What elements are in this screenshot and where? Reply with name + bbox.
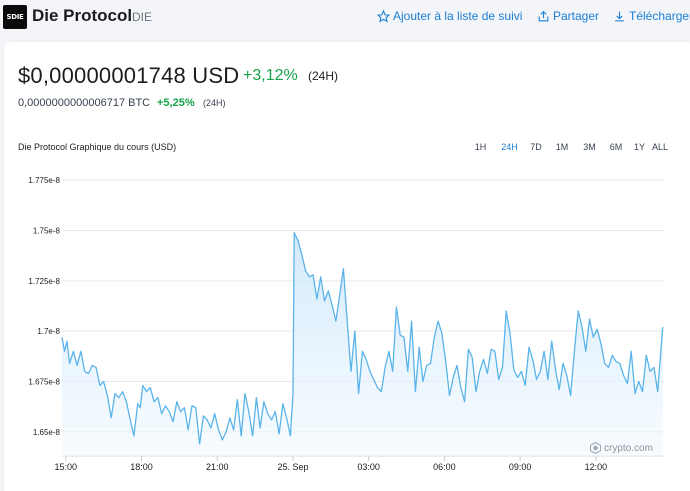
x-tick-label: 12:00 xyxy=(585,462,608,472)
watermark-text: crypto.com xyxy=(604,442,653,454)
y-tick-label: 1.775e-8 xyxy=(28,176,60,185)
x-tick-label: 03:00 xyxy=(357,462,380,472)
y-tick-label: 1.7e-8 xyxy=(37,327,60,336)
crypto-com-logo-icon xyxy=(590,442,601,454)
y-tick-label: 1.725e-8 xyxy=(28,277,60,286)
x-tick-label: 18:00 xyxy=(130,462,153,472)
y-tick-label: 1.65e-8 xyxy=(33,428,61,437)
x-tick-label: 25. Sep xyxy=(277,462,308,472)
y-tick-label: 1.75e-8 xyxy=(33,226,61,235)
x-tick-label: 06:00 xyxy=(433,462,456,472)
x-tick-label: 09:00 xyxy=(509,462,532,472)
x-tick-label: 21:00 xyxy=(206,462,229,472)
watermark: crypto.com xyxy=(590,442,653,454)
price-chart: 1.65e-8 1.675e-8 1.7e-8 1.725e-8 1.75e-8 1.77… xyxy=(28,176,664,472)
y-tick-label: 1.675e-8 xyxy=(28,378,60,387)
x-tick-label: 15:00 xyxy=(55,462,78,472)
price-area-fill xyxy=(62,232,663,456)
